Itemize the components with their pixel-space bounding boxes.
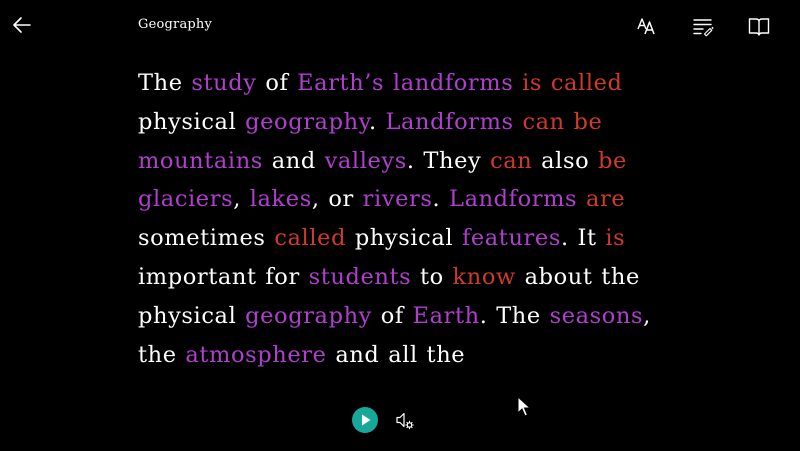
- verb-word[interactable]: called: [274, 225, 346, 251]
- noun-word[interactable]: Landforms: [386, 109, 514, 135]
- noun-word[interactable]: geography: [245, 303, 372, 329]
- noun-word[interactable]: mountains: [138, 148, 263, 174]
- text-segment[interactable]: physical: [138, 109, 245, 135]
- text-segment[interactable]: . It: [561, 225, 605, 251]
- text-segment[interactable]: The: [138, 70, 191, 96]
- noun-word[interactable]: valleys: [325, 148, 407, 174]
- verb-word[interactable]: know: [453, 264, 516, 290]
- pointer-cursor-icon: [517, 396, 531, 417]
- verb-word[interactable]: can be: [522, 109, 602, 135]
- noun-word[interactable]: rivers: [363, 186, 433, 212]
- grammar-options-icon: [693, 19, 714, 37]
- noun-word[interactable]: geography: [245, 109, 369, 135]
- text-segment[interactable]: [513, 70, 522, 96]
- top-toolbar: Geography: [0, 0, 800, 52]
- mouse-cursor: [517, 396, 531, 418]
- noun-word[interactable]: Earth’s landforms: [297, 70, 513, 96]
- verb-word[interactable]: are: [586, 186, 625, 212]
- text-segment[interactable]: also: [532, 148, 598, 174]
- back-button[interactable]: [10, 12, 36, 38]
- noun-word[interactable]: atmosphere: [185, 342, 326, 368]
- text-segment[interactable]: ,: [233, 186, 250, 212]
- text-size-icon: [637, 18, 655, 35]
- noun-word[interactable]: glaciers: [138, 186, 233, 212]
- text-segment[interactable]: of: [372, 303, 413, 329]
- noun-word[interactable]: seasons: [550, 303, 644, 329]
- text-segment[interactable]: , or: [312, 186, 363, 212]
- play-icon: [362, 414, 371, 426]
- grammar-options-button[interactable]: [690, 13, 716, 39]
- document-title: Geography: [138, 17, 213, 32]
- text-segment[interactable]: physical: [346, 225, 462, 251]
- play-button[interactable]: [352, 407, 378, 433]
- verb-word[interactable]: is: [605, 225, 625, 251]
- back-arrow-icon: [13, 17, 31, 33]
- text-segment[interactable]: sometimes: [138, 225, 274, 251]
- reading-preferences-button[interactable]: [746, 13, 772, 39]
- book-icon: [748, 18, 770, 36]
- noun-word[interactable]: Landforms: [449, 186, 577, 212]
- text-segment[interactable]: . They: [407, 148, 490, 174]
- verb-word[interactable]: can: [490, 148, 532, 174]
- verb-word[interactable]: is called: [522, 70, 622, 96]
- reading-text-area: The study of Earth’s landforms is called…: [138, 64, 668, 384]
- noun-word[interactable]: students: [309, 264, 412, 290]
- text-segment[interactable]: to: [411, 264, 452, 290]
- text-segment[interactable]: of: [257, 70, 298, 96]
- text-segment[interactable]: . The: [480, 303, 550, 329]
- text-segment[interactable]: and all the: [327, 342, 466, 368]
- text-segment[interactable]: [577, 186, 586, 212]
- text-segment[interactable]: .: [433, 186, 450, 212]
- text-preferences-button[interactable]: [634, 13, 660, 39]
- noun-word[interactable]: study: [191, 70, 256, 96]
- noun-word[interactable]: lakes: [250, 186, 312, 212]
- reading-text: The study of Earth’s landforms is called…: [138, 64, 668, 374]
- playback-bar: [0, 400, 800, 440]
- voice-settings-button[interactable]: [393, 408, 417, 432]
- voice-settings-icon: [396, 412, 414, 430]
- verb-word[interactable]: be: [598, 148, 627, 174]
- noun-word[interactable]: features: [462, 225, 561, 251]
- text-segment[interactable]: and: [263, 148, 325, 174]
- text-segment[interactable]: .: [369, 109, 386, 135]
- text-segment[interactable]: important for: [138, 264, 309, 290]
- noun-word[interactable]: Earth: [413, 303, 480, 329]
